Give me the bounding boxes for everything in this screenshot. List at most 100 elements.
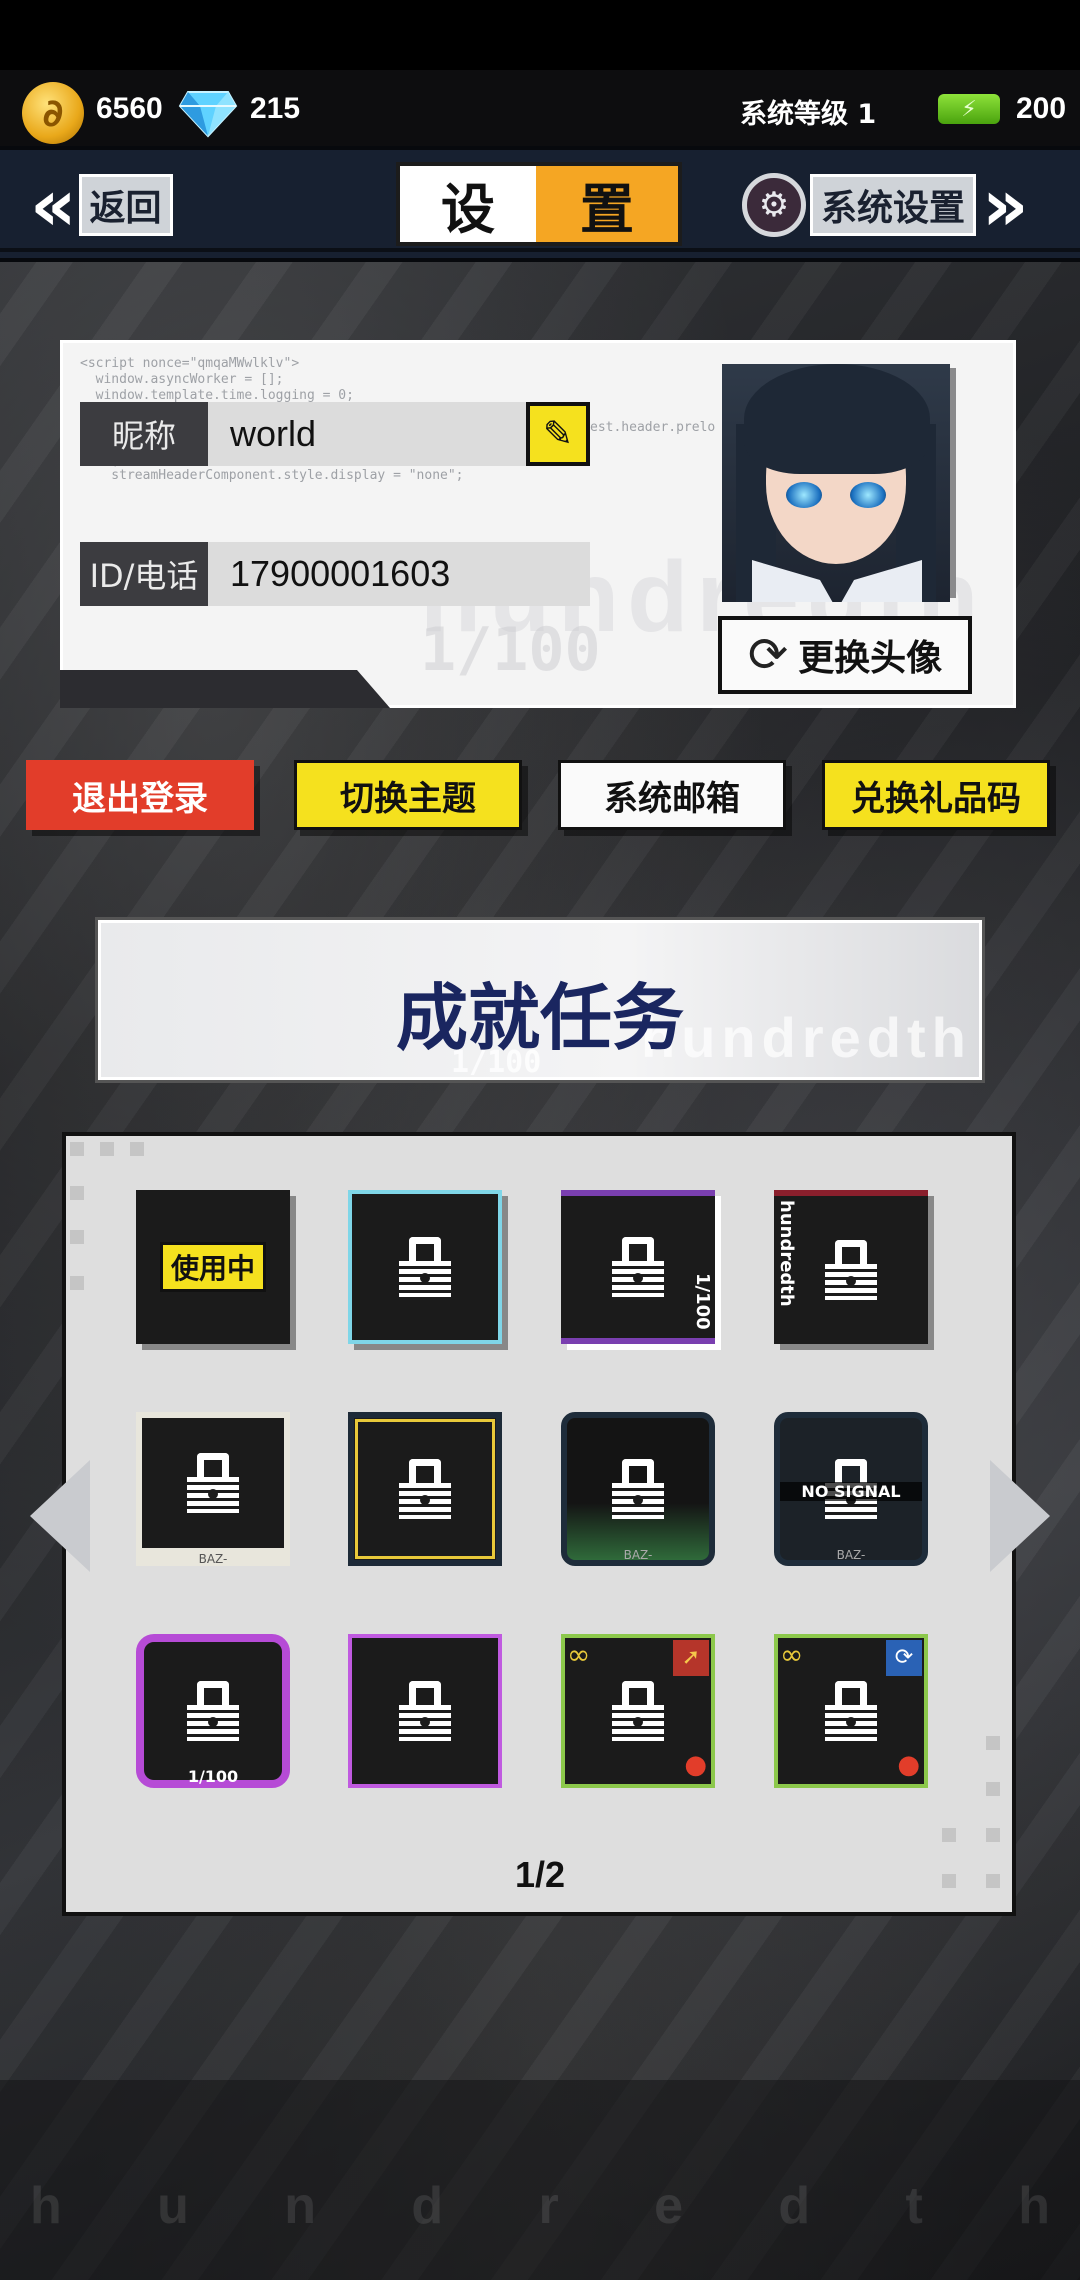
mailbox-button[interactable]: 系统邮箱 bbox=[558, 760, 786, 830]
frame-preview: ∞ ➚ ● bbox=[561, 1634, 715, 1788]
avatar-frame-9[interactable]: 1/100 bbox=[128, 1626, 298, 1796]
next-page-arrow-icon[interactable] bbox=[990, 1460, 1050, 1572]
decor-square bbox=[100, 1142, 114, 1156]
lock-icon bbox=[612, 1681, 664, 1741]
frame-preview: hundredth bbox=[774, 1190, 928, 1344]
double-chevron-right-icon: » bbox=[982, 163, 1028, 247]
achievement-title: 成就任务 bbox=[395, 976, 684, 1060]
avatar-frame-2[interactable] bbox=[340, 1182, 510, 1352]
achievement-banner[interactable]: hundredth 1/100 成就任务 bbox=[98, 920, 982, 1080]
avatar-frame-10[interactable] bbox=[340, 1626, 510, 1796]
frame-text: BAZ- bbox=[836, 1548, 866, 1562]
change-avatar-label: 更换头像 bbox=[798, 638, 943, 679]
title-part-2: 置 bbox=[536, 166, 678, 242]
redeem-code-button[interactable]: 兑换礼品码 bbox=[822, 760, 1050, 830]
gem-count: 215 bbox=[250, 92, 301, 125]
nickname-field[interactable]: world bbox=[208, 402, 528, 466]
decor-square bbox=[70, 1276, 84, 1290]
frame-text: BAZ- bbox=[623, 1548, 653, 1562]
avatar-hair bbox=[744, 364, 930, 474]
lock-icon bbox=[187, 1681, 239, 1741]
avatar-frame-8[interactable]: NO SIGNAL BAZ- bbox=[766, 1404, 936, 1574]
refresh-icon: ⟳ bbox=[886, 1640, 922, 1676]
frame-preview bbox=[348, 1634, 502, 1788]
nickname-label: 昵称 bbox=[80, 402, 208, 466]
lock-icon bbox=[825, 1681, 877, 1741]
system-settings-label: 系统设置 bbox=[810, 174, 977, 236]
energy-count: 200 bbox=[1016, 92, 1067, 125]
watermark-letter: r bbox=[538, 2177, 559, 2235]
watermark-letter: e bbox=[654, 2177, 684, 2235]
card-watermark-fraction: 1/100 bbox=[420, 615, 601, 685]
back-label: 返回 bbox=[78, 174, 173, 236]
prev-page-arrow-icon[interactable] bbox=[30, 1460, 90, 1572]
id-label: ID/电话 bbox=[80, 542, 208, 606]
decor-square bbox=[942, 1828, 956, 1842]
bottom-watermark: h u n d r e d t h bbox=[30, 2176, 1050, 2236]
coin-count: 6560 bbox=[96, 92, 163, 125]
avatar-frame-7[interactable]: BAZ- bbox=[553, 1404, 723, 1574]
avatar-frame-11[interactable]: ∞ ➚ ● bbox=[553, 1626, 723, 1796]
decor-square bbox=[70, 1230, 84, 1244]
logout-button[interactable]: 退出登录 bbox=[26, 760, 254, 830]
lock-icon bbox=[399, 1459, 451, 1519]
avatar-frame-4[interactable]: hundredth bbox=[766, 1182, 936, 1352]
avatar[interactable] bbox=[722, 364, 950, 602]
decor-square bbox=[986, 1828, 1000, 1842]
arrow-icon: ➚ bbox=[673, 1640, 709, 1676]
system-level: 系统等级 1 bbox=[740, 99, 877, 130]
avatar-frame-5[interactable]: BAZ- bbox=[128, 1404, 298, 1574]
frame-text: 1/100 bbox=[187, 1767, 239, 1786]
decor-square bbox=[986, 1782, 1000, 1796]
system-settings-button[interactable]: ⚙ 系统设置 » bbox=[742, 163, 1042, 247]
watermark-letter: n bbox=[284, 2177, 317, 2235]
status-bar-area bbox=[0, 0, 1080, 70]
energy-icon: ⚡ bbox=[938, 94, 1000, 124]
profile-card-strip bbox=[60, 670, 390, 708]
watermark-letter: t bbox=[905, 2177, 923, 2235]
watermark-letter: h bbox=[1018, 2177, 1050, 2235]
avatar-frame-12[interactable]: ∞ ⟳ ● bbox=[766, 1626, 936, 1796]
frame-preview: 1/100 bbox=[136, 1634, 290, 1788]
avatar-eye-right bbox=[850, 482, 886, 508]
frame-text: 1/100 bbox=[692, 1273, 713, 1330]
no-signal-text: NO SIGNAL bbox=[780, 1482, 922, 1501]
nickname-row: 昵称 world bbox=[80, 402, 528, 466]
in-use-badge: 使用中 bbox=[159, 1242, 266, 1292]
decor-square bbox=[70, 1142, 84, 1156]
lock-icon bbox=[399, 1237, 451, 1297]
avatar-frame-1[interactable]: 使用中 bbox=[128, 1182, 298, 1352]
gear-icon: ⚙ bbox=[742, 173, 806, 237]
coin-icon: ∂ bbox=[22, 82, 84, 144]
title-part-1: 设 bbox=[400, 166, 536, 242]
decor-square bbox=[986, 1736, 1000, 1750]
avatar-eye-left bbox=[786, 482, 822, 508]
infinity-icon: ∞ bbox=[780, 1638, 804, 1671]
infinity-icon: ∞ bbox=[567, 1638, 591, 1671]
decor-square bbox=[130, 1142, 144, 1156]
change-avatar-button[interactable]: ⟳ 更换头像 bbox=[718, 616, 972, 694]
frame-text: BAZ- bbox=[198, 1552, 228, 1566]
lock-icon bbox=[399, 1681, 451, 1741]
lock-icon bbox=[612, 1237, 664, 1297]
avatar-frame-3[interactable]: 1/100 bbox=[553, 1182, 723, 1352]
lock-icon bbox=[612, 1459, 664, 1519]
id-row: ID/电话 17900001603 bbox=[80, 542, 590, 606]
edit-nickname-button[interactable]: ✎ bbox=[526, 402, 590, 466]
watermark-letter: d bbox=[778, 2177, 811, 2235]
decor-square bbox=[70, 1186, 84, 1200]
frame-preview: BAZ- bbox=[561, 1412, 715, 1566]
frame-text: hundredth bbox=[776, 1200, 797, 1307]
page-title: 设 置 bbox=[396, 162, 682, 246]
flame-icon: ● bbox=[684, 1750, 707, 1780]
lock-icon bbox=[187, 1453, 239, 1513]
frame-preview: ∞ ⟳ ● bbox=[774, 1634, 928, 1788]
frame-preview: 1/100 bbox=[561, 1190, 715, 1344]
avatar-frame-6[interactable] bbox=[340, 1404, 510, 1574]
double-chevron-left-icon: « bbox=[30, 163, 76, 247]
frame-preview: BAZ- bbox=[136, 1412, 290, 1566]
lock-icon bbox=[825, 1240, 877, 1300]
watermark-letter: u bbox=[157, 2177, 189, 2235]
switch-theme-button[interactable]: 切换主题 bbox=[294, 760, 522, 830]
back-button[interactable]: « 返回 bbox=[30, 168, 200, 242]
